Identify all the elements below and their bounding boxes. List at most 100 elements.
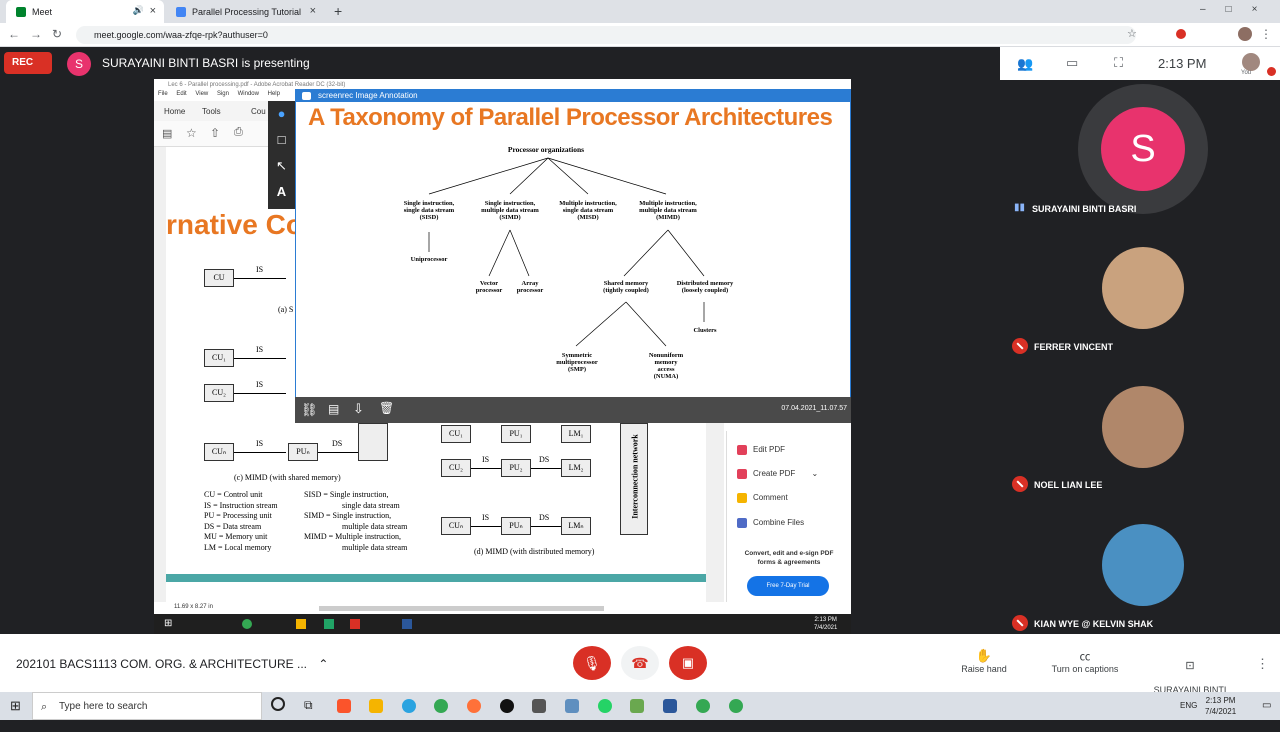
new-tab-button[interactable]: + xyxy=(334,3,342,19)
cortana-icon[interactable] xyxy=(271,697,285,711)
taskbar-clock[interactable]: 2:13 PM 7/4/2021 xyxy=(1205,695,1236,717)
present-icon: ⊡ xyxy=(1185,660,1195,672)
chat-icon[interactable]: ▭ xyxy=(1066,55,1078,71)
speaker-icon[interactable]: 🔊 xyxy=(133,5,144,16)
h-scrollbar[interactable] xyxy=(319,606,604,611)
forward-icon[interactable]: → xyxy=(30,27,42,41)
extension-icon[interactable] xyxy=(1176,29,1186,39)
menu-sign[interactable]: Sign xyxy=(217,91,229,97)
word-icon[interactable] xyxy=(663,699,677,713)
profile-avatar[interactable] xyxy=(1238,27,1252,41)
task-view-icon[interactable]: ⧉ xyxy=(304,698,313,713)
captions-button[interactable]: ㏄ Turn on captions xyxy=(1044,648,1126,674)
tab-parallel-processing[interactable]: Parallel Processing Tutorial × xyxy=(166,0,324,23)
mic-off-icon: 🎙 xyxy=(583,655,601,671)
save-icon[interactable]: ▤ xyxy=(162,127,172,140)
firefox-icon[interactable] xyxy=(467,699,481,713)
leave-call-button[interactable]: ☎ xyxy=(621,646,659,680)
edit-pdf-item[interactable]: Edit PDF xyxy=(737,445,785,455)
windows-start-icon[interactable]: ⊞ xyxy=(10,698,21,714)
participant-name: FERRER VINCENT xyxy=(1034,342,1114,352)
acrobat-icon xyxy=(350,619,360,629)
legend-line: PU = Processing unit xyxy=(204,511,272,520)
combine-files-item[interactable]: Combine Files xyxy=(737,518,804,528)
free-trial-button[interactable]: Free 7-Day Trial xyxy=(747,576,829,596)
is-label: IS xyxy=(256,380,264,389)
trash-icon[interactable]: 🗑 xyxy=(379,401,394,415)
chrome-icon[interactable] xyxy=(729,699,743,713)
is-label: IS xyxy=(256,265,264,274)
chrome-icon[interactable] xyxy=(434,699,448,713)
chevron-down-icon[interactable]: ⌄ xyxy=(811,469,818,478)
window-controls[interactable]: –□× xyxy=(1200,4,1277,15)
pun-box: PUₙ xyxy=(288,443,318,461)
tab-label: Parallel Processing Tutorial xyxy=(192,6,302,17)
activities-icon[interactable]: ⛶ xyxy=(1114,55,1123,71)
bookmark-icon[interactable]: ☆ xyxy=(186,126,197,140)
create-pdf-item[interactable]: Create PDF ⌄ xyxy=(737,469,818,479)
raise-hand-button[interactable]: ✋ Raise hand xyxy=(952,648,1016,674)
search-icon: ⌕ xyxy=(41,701,48,713)
menu-view[interactable]: View xyxy=(195,91,208,97)
back-icon[interactable]: ← xyxy=(8,27,20,41)
menu-help[interactable]: Help xyxy=(268,91,280,97)
tab-document[interactable]: Cou xyxy=(251,107,266,116)
copy-icon[interactable]: ▤ xyxy=(328,402,339,416)
acrobat-right-panel: Edit PDF Create PDF ⌄ Comment Combine Fi… xyxy=(726,431,850,602)
more-options-icon[interactable]: ⋮ xyxy=(1256,656,1269,672)
app-icon[interactable] xyxy=(532,699,546,713)
interconnect-box: Interconnection network xyxy=(620,423,648,535)
download-icon[interactable]: ⇩ xyxy=(353,401,364,417)
reload-icon[interactable]: ↻ xyxy=(52,27,62,41)
language-indicator[interactable]: ENG xyxy=(1180,701,1197,710)
arrow-line xyxy=(234,393,286,394)
print-icon[interactable]: ⎙ xyxy=(234,126,243,139)
menu-icon[interactable]: ⋮ xyxy=(1260,27,1272,41)
audio-level-icon: ▮▮ xyxy=(1014,202,1026,214)
tab-home[interactable]: Home xyxy=(164,107,185,116)
legend-line: CU = Control unit xyxy=(204,490,263,499)
notification-icon[interactable]: ▭ xyxy=(1262,700,1271,711)
link-icon[interactable]: ⛓ xyxy=(301,402,318,418)
upload-icon[interactable]: ⇧ xyxy=(210,126,220,140)
menu-file[interactable]: File xyxy=(158,91,168,97)
text-tool-icon[interactable]: A xyxy=(268,179,295,205)
folder-icon xyxy=(296,619,306,629)
whatsapp-icon[interactable] xyxy=(598,699,612,713)
edit-pdf-icon xyxy=(737,445,747,455)
item-label: Comment xyxy=(753,493,788,503)
camera-toggle-button[interactable]: ▣ xyxy=(669,646,707,680)
arrow-tool-icon[interactable]: ↖ xyxy=(268,153,295,179)
app-icon[interactable] xyxy=(630,699,644,713)
ds-label: DS xyxy=(539,455,550,464)
app-icon[interactable] xyxy=(500,699,514,713)
pu2-box: PU₂ xyxy=(501,459,531,477)
chrome-icon[interactable] xyxy=(696,699,710,713)
close-tab-icon[interactable]: × xyxy=(310,5,316,17)
rectangle-tool-icon[interactable]: □ xyxy=(268,127,295,153)
annotation-window: screenrec Image Annotation A Taxonomy of… xyxy=(295,89,851,421)
brave-icon[interactable] xyxy=(337,699,351,713)
taskbar-search[interactable]: ⌕ Type here to search xyxy=(32,692,262,720)
windows-taskbar: ⊞ ⌕ Type here to search ⧉ ENG 2:13 PM 7/… xyxy=(0,692,1280,720)
legend-line: single data stream xyxy=(342,500,400,510)
tab-tools[interactable]: Tools xyxy=(202,107,221,116)
menu-edit[interactable]: Edit xyxy=(176,91,186,97)
url-field[interactable]: meet.google.com/waa-zfqe-rpk?authuser=0 xyxy=(76,26,1136,44)
file-explorer-icon[interactable] xyxy=(369,699,383,713)
menu-window[interactable]: Window xyxy=(238,91,259,97)
windows-start-icon: ⊞ xyxy=(164,618,173,629)
mic-toggle-button[interactable]: 🎙 xyxy=(573,646,611,680)
comment-tool-icon[interactable]: ● xyxy=(268,101,295,127)
comment-icon xyxy=(737,493,747,503)
close-tab-icon[interactable]: × xyxy=(150,5,156,17)
meeting-name[interactable]: 202101 BACS1113 COM. ORG. & ARCHITECTURE… xyxy=(16,657,328,671)
comment-item[interactable]: Comment xyxy=(737,493,788,503)
people-icon[interactable]: 👥 xyxy=(1017,56,1033,72)
is-label: IS xyxy=(482,513,490,522)
legend-line: SISD = Single instruction, xyxy=(304,490,389,499)
star-icon[interactable]: ☆ xyxy=(1127,27,1137,40)
tab-meet[interactable]: Meet 🔊 × xyxy=(6,0,164,23)
app-icon[interactable] xyxy=(565,699,579,713)
telegram-icon[interactable] xyxy=(402,699,416,713)
